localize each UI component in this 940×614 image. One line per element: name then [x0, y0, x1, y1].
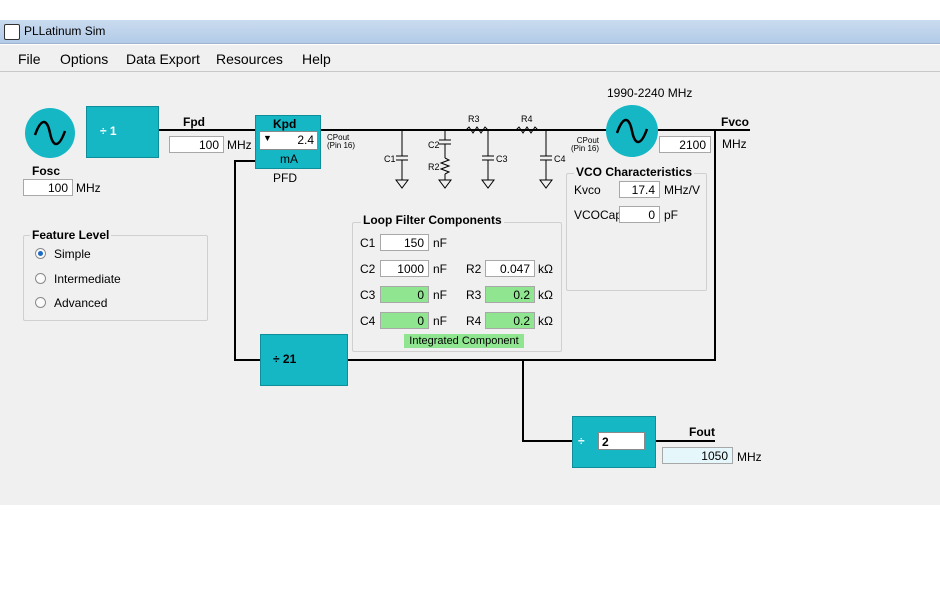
app-icon	[4, 24, 20, 40]
fout-label: Fout	[689, 425, 715, 439]
c3-unit: nF	[433, 288, 448, 302]
menu-resources[interactable]: Resources	[216, 51, 283, 67]
radio-intermediate[interactable]	[35, 273, 46, 284]
kpd-select[interactable]: ▼ 2.4	[259, 131, 318, 150]
feature-level-title: Feature Level	[30, 228, 112, 242]
n-divider[interactable]: ÷ 21	[260, 334, 348, 386]
radio-advanced[interactable]	[35, 297, 46, 308]
fosc-input[interactable]: 100	[23, 179, 73, 196]
wire-rdiv-pfd	[158, 129, 257, 131]
c2-unit: nF	[433, 262, 448, 276]
cpout-left-label: CPout (Pin 16)	[327, 133, 356, 150]
kpd-unit: mA	[280, 152, 298, 166]
c3-schematic-label: C3	[496, 154, 508, 164]
radio-advanced-label[interactable]: Advanced	[54, 296, 107, 310]
fosc-unit: MHz	[76, 181, 101, 195]
window-title: PLLatinum Sim	[24, 24, 106, 38]
vco-range: 1990-2240 MHz	[607, 86, 693, 100]
c3-input[interactable]: 0	[380, 286, 429, 303]
fpd-unit: MHz	[227, 138, 252, 152]
loop-filter-schematic	[395, 126, 553, 189]
wire-out-down	[522, 359, 524, 442]
c1-unit: nF	[433, 236, 448, 250]
c4-schematic-label: C4	[554, 154, 566, 164]
kpd-value: 2.4	[297, 133, 314, 147]
fout-unit: MHz	[737, 450, 762, 464]
r2-label: R2	[466, 262, 482, 276]
r2-input[interactable]: 0.047	[485, 260, 535, 277]
radio-simple-label[interactable]: Simple	[54, 247, 91, 261]
r4-schematic-label: R4	[521, 114, 533, 124]
c1-schematic-label: C1	[384, 154, 396, 164]
fvco-input[interactable]: 2100	[659, 136, 711, 153]
r2-unit: kΩ	[538, 262, 553, 276]
vcocap-unit: pF	[664, 208, 679, 222]
pfd-name: PFD	[273, 171, 297, 185]
radio-simple[interactable]	[35, 248, 46, 259]
wire-out-div	[522, 440, 572, 442]
r4-unit: kΩ	[538, 314, 553, 328]
kvco-label: Kvco	[574, 183, 601, 197]
menu-help[interactable]: Help	[302, 51, 331, 67]
chevron-down-icon: ▼	[263, 133, 272, 143]
integrated-component-legend: Integrated Component	[404, 334, 524, 348]
c1-label: C1	[360, 236, 376, 250]
r4-label: R4	[466, 314, 482, 328]
vco-symbol	[606, 105, 658, 157]
r2-schematic-label: R2	[428, 162, 440, 172]
n-divider-label: ÷ 21	[273, 352, 297, 366]
c2-schematic-label: C2	[428, 140, 440, 150]
wire-ndiv-left	[234, 359, 260, 361]
wire-feedback-bottom	[347, 359, 716, 361]
output-divider-input[interactable]: 2	[598, 432, 645, 450]
title-bar: PLLatinum Sim	[0, 20, 940, 44]
pll-diagram-canvas: Fosc 100 MHz ÷ 1 Fpd 100 MHz Kpd ▼ 2.4 m…	[0, 72, 940, 505]
wire-vco-out	[658, 129, 750, 131]
output-divider-symbol: ÷	[578, 434, 585, 448]
r4-input[interactable]: 0.2	[485, 312, 535, 329]
loop-filter-title: Loop Filter Components	[361, 213, 504, 227]
fvco-unit: MHz	[722, 137, 747, 151]
menu-file[interactable]: File	[18, 51, 41, 67]
r3-schematic-label: R3	[468, 114, 480, 124]
r3-input[interactable]: 0.2	[485, 286, 535, 303]
kpd-label: Kpd	[273, 117, 297, 131]
wire-feedback-right	[714, 129, 716, 360]
menu-bar: File Options Data Export Resources Help	[0, 45, 940, 72]
reference-oscillator	[25, 108, 75, 158]
kvco-unit: MHz/V	[664, 183, 700, 197]
r-divider-label: ÷ 1	[100, 124, 117, 138]
fpd-label: Fpd	[183, 115, 205, 129]
pfd-block: Kpd ▼ 2.4 mA	[255, 115, 321, 169]
radio-intermediate-label[interactable]: Intermediate	[54, 272, 121, 286]
fpd-input[interactable]: 100	[169, 136, 224, 153]
fout-output: 1050	[662, 447, 733, 464]
r-divider[interactable]: ÷ 1	[86, 106, 159, 158]
vcocap-input[interactable]: 0	[619, 206, 660, 223]
c4-label: C4	[360, 314, 376, 328]
r3-unit: kΩ	[538, 288, 553, 302]
sine-wave-icon	[615, 118, 649, 144]
output-divider: ÷ 2	[572, 416, 656, 468]
c4-unit: nF	[433, 314, 448, 328]
c4-input[interactable]: 0	[380, 312, 429, 329]
vco-characteristics-title: VCO Characteristics	[574, 165, 695, 179]
menu-options[interactable]: Options	[60, 51, 108, 67]
c3-label: C3	[360, 288, 376, 302]
fosc-label: Fosc	[32, 164, 61, 178]
kvco-input[interactable]: 17.4	[619, 181, 660, 198]
vcocap-label: VCOCap	[574, 208, 623, 222]
c2-label: C2	[360, 262, 376, 276]
c1-input[interactable]: 150	[380, 234, 429, 251]
r3-label: R3	[466, 288, 482, 302]
fvco-label: Fvco	[721, 115, 750, 129]
menu-data-export[interactable]: Data Export	[126, 51, 200, 67]
c2-input[interactable]: 1000	[380, 260, 429, 277]
wire-feedback-left	[234, 160, 236, 361]
wire-fout	[655, 440, 715, 442]
sine-wave-icon	[33, 120, 67, 146]
